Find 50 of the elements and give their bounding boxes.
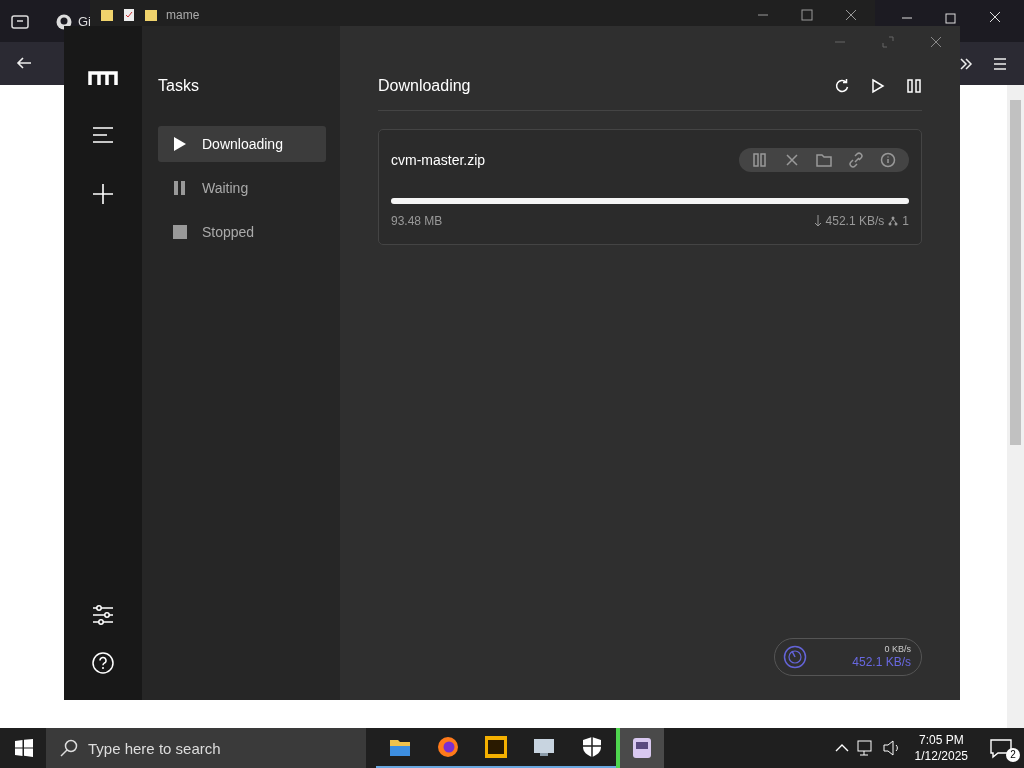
plus-icon[interactable] bbox=[93, 184, 113, 204]
connection-count: 1 bbox=[902, 213, 909, 230]
tabs-icon[interactable] bbox=[11, 13, 29, 29]
volume-icon[interactable] bbox=[882, 740, 901, 756]
upload-speed: 0 KB/s bbox=[883, 644, 911, 656]
menu-icon[interactable] bbox=[92, 126, 114, 144]
firefox-icon bbox=[435, 734, 461, 760]
close-icon[interactable] bbox=[845, 9, 857, 21]
panel-title: Tasks bbox=[158, 76, 200, 96]
notification-count: 2 bbox=[1006, 748, 1020, 762]
filter-item[interactable]: Stopped bbox=[158, 214, 326, 250]
file-size: 93.48 MB bbox=[391, 213, 443, 230]
network-icon[interactable] bbox=[856, 740, 875, 756]
windows-icon[interactable] bbox=[15, 739, 33, 757]
pause-icon bbox=[172, 180, 188, 196]
clock-date: 1/12/2025 bbox=[914, 748, 968, 765]
settings-icon[interactable] bbox=[92, 604, 114, 626]
play-icon bbox=[172, 136, 188, 152]
folder-icon[interactable] bbox=[144, 8, 158, 22]
filter-item[interactable]: Downloading bbox=[158, 126, 326, 162]
tab-title: Gi bbox=[78, 13, 91, 31]
menu-icon[interactable] bbox=[992, 56, 1008, 72]
pause-icon[interactable] bbox=[906, 78, 922, 94]
clock-time: 7:05 PM bbox=[917, 731, 965, 748]
filter-item[interactable]: Waiting bbox=[158, 170, 326, 206]
list-title: Downloading bbox=[378, 76, 471, 96]
chevrons-icon[interactable] bbox=[958, 56, 974, 72]
info-icon[interactable] bbox=[879, 152, 897, 168]
file-name: cvm-master.zip bbox=[391, 150, 486, 170]
checklist-icon[interactable] bbox=[122, 8, 136, 22]
scrollbar-thumb[interactable] bbox=[1010, 100, 1021, 445]
notification-icon bbox=[990, 738, 1012, 759]
refresh-icon[interactable] bbox=[834, 78, 850, 94]
logo-icon bbox=[88, 70, 118, 86]
help-icon[interactable] bbox=[92, 652, 114, 674]
maximize-icon[interactable] bbox=[801, 9, 813, 21]
folder-icon[interactable] bbox=[100, 8, 114, 22]
arrow-down-icon bbox=[813, 215, 822, 227]
link-icon[interactable] bbox=[847, 152, 865, 168]
play-icon[interactable] bbox=[870, 78, 886, 94]
search-icon bbox=[60, 739, 78, 757]
search-field[interactable]: Type here to search bbox=[46, 728, 366, 768]
download-speed: 452.1 KB/s bbox=[825, 213, 885, 230]
download-card[interactable]: cvm-master.zip 93.48 MB 452.1 KB/s 1 bbox=[378, 129, 922, 245]
network-icon bbox=[888, 216, 899, 226]
gauge-icon bbox=[783, 645, 807, 669]
stop-icon bbox=[172, 224, 188, 240]
window-title: mame bbox=[166, 7, 200, 24]
download-speed: 452.1 KB/s bbox=[852, 655, 911, 670]
clock[interactable]: 7:05 PM 1/12/2025 bbox=[914, 731, 968, 765]
